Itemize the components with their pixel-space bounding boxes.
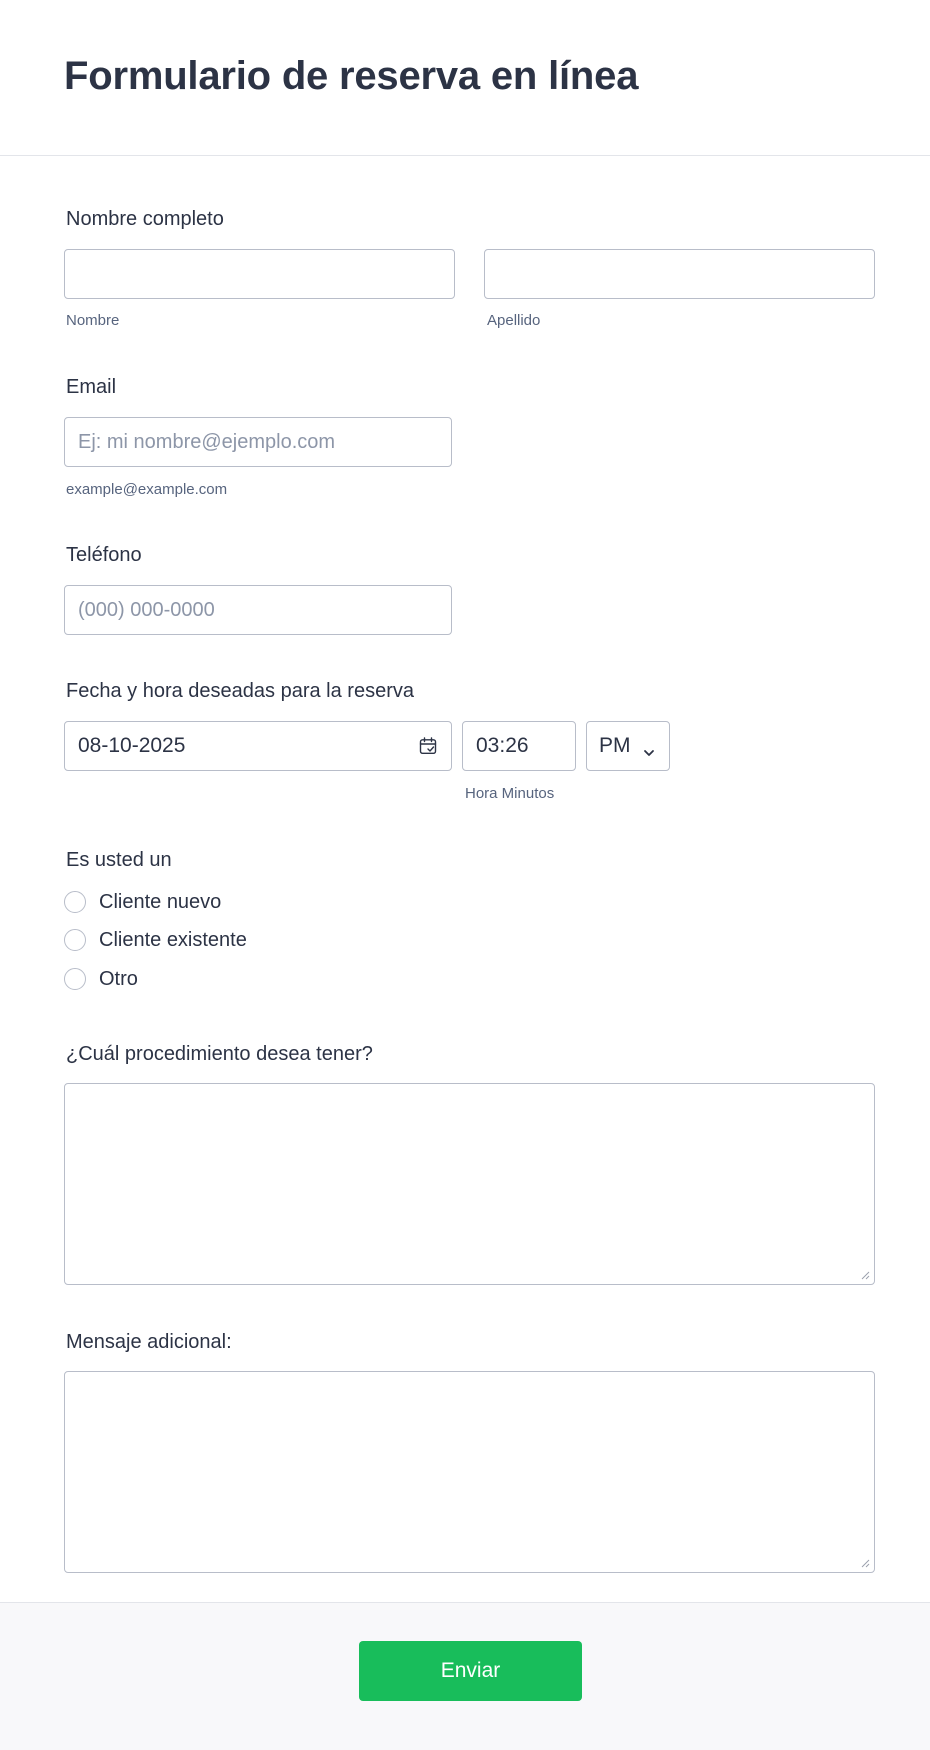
form-header: Formulario de reserva en línea: [0, 0, 930, 156]
calendar-icon[interactable]: [419, 737, 437, 755]
submit-button[interactable]: Enviar: [359, 1641, 582, 1701]
time-input[interactable]: 03:26: [462, 721, 576, 771]
form-title: Formulario de reserva en línea: [64, 54, 639, 98]
radio-label: Cliente existente: [99, 929, 247, 951]
radio-button[interactable]: [64, 968, 86, 990]
procedure-textarea[interactable]: [64, 1083, 875, 1285]
first-name-sublabel: Nombre: [66, 312, 120, 329]
date-value: 08-10-2025: [78, 734, 186, 757]
chevron-down-icon: [643, 741, 655, 756]
radio-button[interactable]: [64, 929, 86, 951]
first-name-input[interactable]: [64, 249, 455, 299]
date-input[interactable]: 08-10-2025: [64, 721, 452, 771]
message-label: Mensaje adicional:: [66, 1331, 232, 1353]
last-name-sublabel: Apellido: [487, 312, 541, 329]
last-name-input[interactable]: [484, 249, 875, 299]
radio-option-other[interactable]: Otro: [64, 966, 138, 992]
full-name-label: Nombre completo: [66, 208, 224, 230]
radio-option-existing-client[interactable]: Cliente existente: [64, 927, 247, 953]
message-textarea[interactable]: [64, 1371, 875, 1573]
phone-input[interactable]: [64, 585, 452, 635]
phone-label: Teléfono: [66, 544, 142, 566]
time-sublabel: Hora Minutos: [465, 785, 555, 802]
radio-label: Otro: [99, 968, 138, 990]
resize-grip-icon[interactable]: [860, 1270, 870, 1280]
customer-type-label: Es usted un: [66, 849, 172, 871]
time-value: 03:26: [476, 734, 529, 757]
radio-label: Cliente nuevo: [99, 891, 222, 913]
email-label: Email: [66, 376, 117, 398]
radio-button[interactable]: [64, 891, 86, 913]
datetime-label: Fecha y hora deseadas para la reserva: [66, 680, 414, 702]
procedure-label: ¿Cuál procedimiento desea tener?: [66, 1043, 373, 1065]
resize-grip-icon[interactable]: [860, 1558, 870, 1568]
ampm-value: PM: [599, 734, 631, 757]
radio-option-new-client[interactable]: Cliente nuevo: [64, 889, 221, 915]
email-sublabel: example@example.com: [66, 481, 228, 498]
email-input[interactable]: [64, 417, 452, 467]
ampm-select[interactable]: PM: [586, 721, 670, 771]
